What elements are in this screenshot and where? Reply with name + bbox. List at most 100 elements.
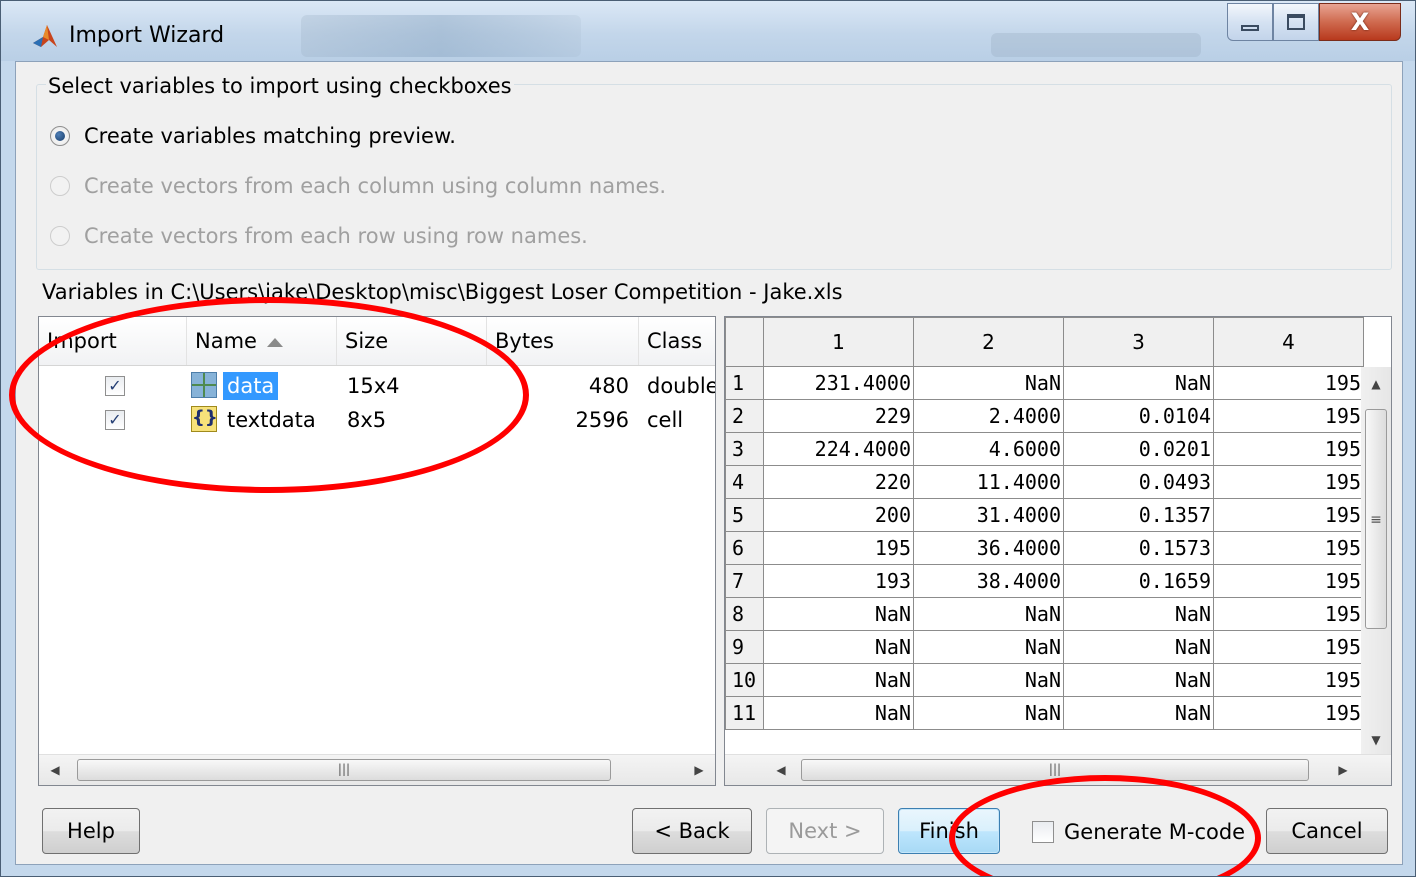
- import-checkbox[interactable]: ✓: [105, 376, 125, 396]
- list-item[interactable]: ✓ data 15x4 480 double: [39, 369, 715, 403]
- grid-cell[interactable]: 193: [763, 564, 914, 598]
- grid-cell[interactable]: 200: [763, 498, 914, 532]
- grid-cell[interactable]: 0.0493: [1063, 465, 1214, 499]
- grid-cell[interactable]: 0.1357: [1063, 498, 1214, 532]
- grid-row-header[interactable]: 1: [725, 366, 764, 400]
- grid-cell[interactable]: 4.6000: [913, 432, 1064, 466]
- grid-cell[interactable]: NaN: [763, 696, 914, 730]
- minimize-button[interactable]: [1227, 3, 1273, 41]
- grid-row-header[interactable]: 11: [725, 696, 764, 730]
- grid-cell[interactable]: 195: [1213, 399, 1364, 433]
- grid-cell[interactable]: 38.4000: [913, 564, 1064, 598]
- radio-vectors-from-rows[interactable]: Create vectors from each row using row n…: [50, 224, 588, 248]
- scroll-left-icon[interactable]: ◀: [41, 755, 69, 785]
- grid-row-header[interactable]: 6: [725, 531, 764, 565]
- grid-cell[interactable]: NaN: [913, 366, 1064, 400]
- scroll-left-icon[interactable]: ◀: [767, 755, 795, 785]
- grid-cell[interactable]: 195: [1213, 696, 1364, 730]
- grid-cell[interactable]: NaN: [763, 663, 914, 697]
- checkbox-box[interactable]: [1032, 821, 1054, 843]
- grid-column-header[interactable]: 1: [763, 317, 914, 367]
- grid-cell[interactable]: NaN: [1063, 663, 1214, 697]
- grid-row-header[interactable]: 7: [725, 564, 764, 598]
- cancel-button[interactable]: Cancel: [1266, 808, 1388, 854]
- grid-row-header[interactable]: 10: [725, 663, 764, 697]
- grid-cell[interactable]: 0.0104: [1063, 399, 1214, 433]
- grid-row-header[interactable]: 8: [725, 597, 764, 631]
- grid-cell[interactable]: 195: [1213, 498, 1364, 532]
- import-checkbox[interactable]: ✓: [105, 410, 125, 430]
- scrollbar-thumb[interactable]: |||: [77, 759, 611, 781]
- grid-cell[interactable]: 195: [1213, 630, 1364, 664]
- radio-vectors-from-columns[interactable]: Create vectors from each column using co…: [50, 174, 666, 198]
- grid-cell[interactable]: 2.4000: [913, 399, 1064, 433]
- grid-cell[interactable]: 36.4000: [913, 531, 1064, 565]
- grid-column-header[interactable]: 3: [1063, 317, 1214, 367]
- grid-cell[interactable]: 195: [1213, 465, 1364, 499]
- scroll-up-icon[interactable]: ▲: [1362, 367, 1390, 401]
- grid-row-header[interactable]: 4: [725, 465, 764, 499]
- title-bar[interactable]: Import Wizard X: [1, 1, 1415, 61]
- radio-button-selected[interactable]: [50, 126, 70, 146]
- grid-cell[interactable]: 195: [1213, 597, 1364, 631]
- radio-button-disabled[interactable]: [50, 226, 70, 246]
- column-header-import[interactable]: Import: [39, 317, 187, 365]
- finish-button[interactable]: Finish: [898, 808, 1000, 854]
- grid-cell[interactable]: 195: [763, 531, 914, 565]
- list-item[interactable]: ✓ {} textdata 8x5 2596 cell: [39, 403, 715, 437]
- grid-cell[interactable]: 220: [763, 465, 914, 499]
- radio-button-disabled[interactable]: [50, 176, 70, 196]
- variable-bytes: 2596: [575, 408, 629, 432]
- grid-cell[interactable]: NaN: [763, 597, 914, 631]
- table-row: 6 195 36.4000 0.1573 195: [725, 531, 1364, 565]
- grid-cell[interactable]: NaN: [1063, 366, 1214, 400]
- grid-cell[interactable]: 195: [1213, 366, 1364, 400]
- grid-cell[interactable]: NaN: [1063, 696, 1214, 730]
- grid-cell[interactable]: 0.1573: [1063, 531, 1214, 565]
- grid-cell[interactable]: 195: [1213, 663, 1364, 697]
- matlab-logo-icon: [33, 25, 57, 47]
- grid-cell[interactable]: 231.4000: [763, 366, 914, 400]
- next-button[interactable]: Next >: [766, 808, 884, 854]
- scroll-right-icon[interactable]: ▶: [1329, 755, 1357, 785]
- grid-cell[interactable]: NaN: [913, 696, 1064, 730]
- grid-column-header[interactable]: 2: [913, 317, 1064, 367]
- grid-cell[interactable]: 195: [1213, 432, 1364, 466]
- scroll-down-icon[interactable]: ▼: [1362, 723, 1390, 757]
- grid-cell[interactable]: NaN: [1063, 630, 1214, 664]
- scrollbar-thumb[interactable]: ≡: [1365, 409, 1387, 629]
- column-header-name[interactable]: Name: [187, 317, 337, 365]
- column-header-size[interactable]: Size: [337, 317, 487, 365]
- grid-column-header[interactable]: 4: [1213, 317, 1364, 367]
- close-button[interactable]: X: [1319, 3, 1401, 41]
- maximize-button[interactable]: [1273, 3, 1319, 41]
- grid-cell[interactable]: 0.0201: [1063, 432, 1214, 466]
- preview-horizontal-scrollbar[interactable]: ◀ ||| ▶: [725, 754, 1391, 785]
- help-button[interactable]: Help: [42, 808, 140, 854]
- radio-create-matching-preview[interactable]: Create variables matching preview.: [50, 124, 456, 148]
- grid-cell[interactable]: 195: [1213, 531, 1364, 565]
- back-button[interactable]: < Back: [632, 808, 752, 854]
- scroll-right-icon[interactable]: ▶: [685, 755, 713, 785]
- grid-row-header[interactable]: 9: [725, 630, 764, 664]
- scrollbar-thumb[interactable]: |||: [801, 759, 1309, 781]
- column-header-bytes[interactable]: Bytes: [487, 317, 639, 365]
- grid-row-header[interactable]: 2: [725, 399, 764, 433]
- preview-vertical-scrollbar[interactable]: ▲ ≡ ▼: [1361, 367, 1391, 757]
- variables-horizontal-scrollbar[interactable]: ◀ ||| ▶: [39, 754, 715, 785]
- grid-row-header[interactable]: 3: [725, 432, 764, 466]
- grid-cell[interactable]: 0.1659: [1063, 564, 1214, 598]
- grid-row-header[interactable]: 5: [725, 498, 764, 532]
- column-header-class[interactable]: Class: [639, 317, 715, 365]
- grid-cell[interactable]: 11.4000: [913, 465, 1064, 499]
- grid-cell[interactable]: 229: [763, 399, 914, 433]
- grid-cell[interactable]: NaN: [763, 630, 914, 664]
- grid-cell[interactable]: 224.4000: [763, 432, 914, 466]
- grid-cell[interactable]: 31.4000: [913, 498, 1064, 532]
- grid-cell[interactable]: NaN: [913, 663, 1064, 697]
- grid-cell[interactable]: NaN: [1063, 597, 1214, 631]
- grid-cell[interactable]: NaN: [913, 597, 1064, 631]
- generate-mcode-checkbox[interactable]: Generate M-code: [1032, 820, 1245, 844]
- grid-cell[interactable]: NaN: [913, 630, 1064, 664]
- grid-cell[interactable]: 195: [1213, 564, 1364, 598]
